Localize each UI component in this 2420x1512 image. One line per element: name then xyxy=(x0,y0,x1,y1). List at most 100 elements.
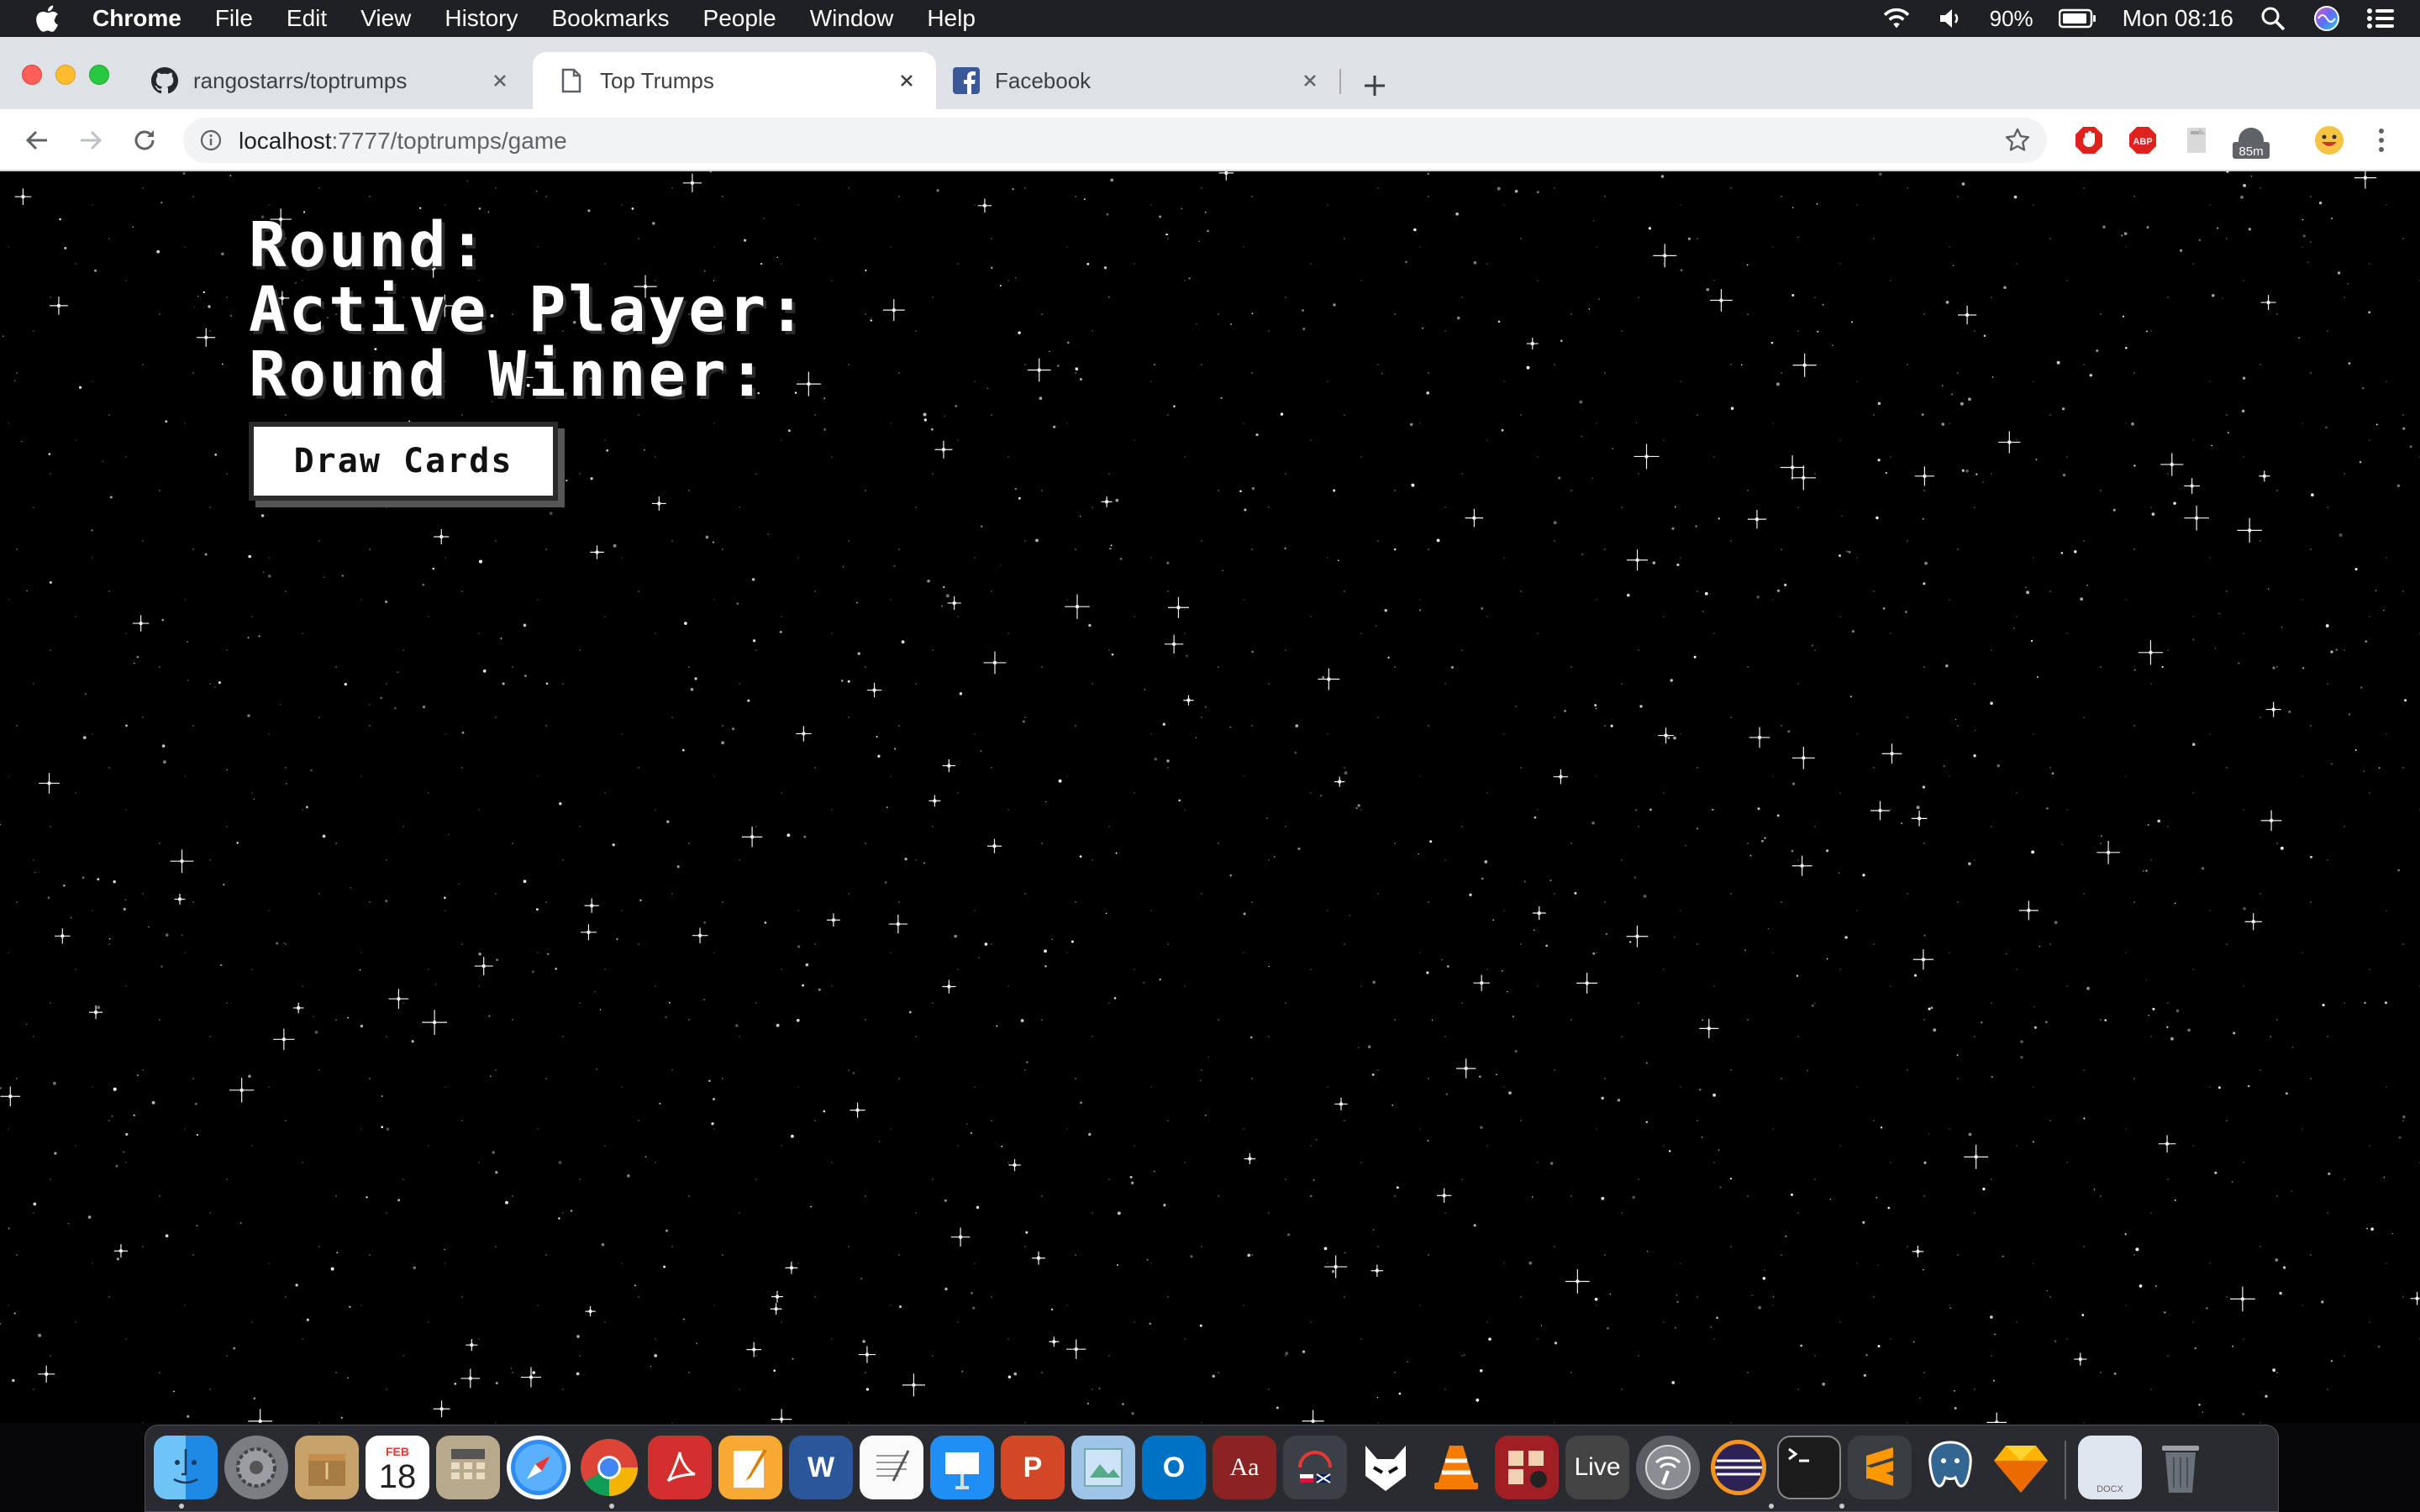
keynote-icon[interactable] xyxy=(930,1436,994,1499)
tab-close-icon[interactable] xyxy=(487,68,513,93)
battery-icon[interactable] xyxy=(2058,6,2097,31)
extension-page-icon[interactable] xyxy=(2180,123,2213,157)
url-path: :7777/toptrumps/game xyxy=(331,128,567,154)
apple-menu-icon[interactable] xyxy=(32,3,62,34)
game-info-panel: Round: Active Player: Round Winner: xyxy=(249,213,808,407)
vlc-icon[interactable] xyxy=(1424,1436,1488,1499)
menu-edit[interactable]: Edit xyxy=(287,5,327,32)
running-indicator xyxy=(179,1504,184,1509)
spotlight-search-icon[interactable] xyxy=(2259,6,2287,31)
archive-utility-icon[interactable] xyxy=(295,1436,359,1499)
tab-title: Top Trumps xyxy=(600,67,714,93)
tab-top-trumps[interactable]: Top Trumps xyxy=(533,52,936,109)
tab-facebook[interactable]: Facebook xyxy=(928,52,1339,109)
dock-area: FEB 18 W P O Aa Live DOCX xyxy=(0,1423,2420,1512)
safari-icon[interactable] xyxy=(507,1436,571,1499)
sketch-icon[interactable] xyxy=(1989,1436,2053,1499)
forward-arrow-icon[interactable] xyxy=(74,123,108,157)
volume-icon[interactable] xyxy=(1936,6,1965,31)
calendar-month: FEB xyxy=(386,1444,409,1458)
dictionary-label: Aa xyxy=(1229,1453,1260,1481)
menu-people[interactable]: People xyxy=(703,5,776,32)
page-icon xyxy=(558,67,585,94)
photo-booth-icon[interactable] xyxy=(1495,1436,1559,1499)
timer-badge: 85m xyxy=(2238,144,2263,159)
github-icon xyxy=(151,67,178,94)
postgresql-icon[interactable] xyxy=(1918,1436,1982,1499)
battery-percentage: 90% xyxy=(1989,5,2033,31)
calendar-day: 18 xyxy=(378,1457,417,1495)
tab-separator xyxy=(1339,69,1341,94)
ableton-live-icon[interactable]: Live xyxy=(1565,1436,1629,1499)
active-player-label: Active Player: xyxy=(249,274,808,346)
adblock-stop-icon[interactable] xyxy=(2072,123,2106,157)
abp-icon[interactable]: ABP xyxy=(2126,123,2160,157)
dock: FEB 18 W P O Aa Live DOCX xyxy=(145,1425,2279,1512)
sublime-text-icon[interactable] xyxy=(1848,1436,1912,1499)
dock-separator xyxy=(2065,1441,2066,1499)
menu-bookmarks[interactable]: Bookmarks xyxy=(551,5,669,32)
url-text[interactable]: localhost:7777/toptrumps/game xyxy=(239,128,567,155)
facebook-icon xyxy=(953,67,980,94)
wifi-icon[interactable] xyxy=(1882,6,1911,31)
menu-window[interactable]: Window xyxy=(810,5,894,32)
browser-toolbar: localhost:7777/toptrumps/game ABP 85m xyxy=(0,109,2420,171)
site-info-icon[interactable] xyxy=(198,128,224,153)
back-arrow-icon[interactable] xyxy=(20,123,54,157)
notification-center-icon[interactable] xyxy=(2366,6,2395,31)
address-bar[interactable]: localhost:7777/toptrumps/game xyxy=(183,118,2047,163)
menu-file[interactable]: File xyxy=(215,5,253,32)
svg-text:ABP: ABP xyxy=(2133,137,2152,147)
microsoft-powerpoint-icon[interactable]: P xyxy=(1001,1436,1065,1499)
window-zoom-button[interactable] xyxy=(89,65,109,85)
google-chrome-icon[interactable] xyxy=(577,1436,641,1499)
finder-icon[interactable] xyxy=(154,1436,218,1499)
preview-icon[interactable] xyxy=(1071,1436,1135,1499)
tab-title: Facebook xyxy=(995,67,1092,93)
tab-github[interactable]: rangostarrs/toptrumps xyxy=(126,52,529,109)
reload-icon[interactable] xyxy=(128,123,161,157)
round-label: Round: xyxy=(249,209,489,281)
profile-avatar-icon[interactable] xyxy=(2312,123,2346,157)
menu-help[interactable]: Help xyxy=(927,5,976,32)
microsoft-outlook-icon[interactable]: O xyxy=(1142,1436,1206,1499)
translator-icon[interactable] xyxy=(1283,1436,1347,1499)
window-minimize-button[interactable] xyxy=(55,65,76,85)
pages-icon[interactable] xyxy=(718,1436,782,1499)
documents-folder-icon[interactable]: DOCX xyxy=(2078,1436,2142,1499)
trash-icon[interactable] xyxy=(2149,1436,2212,1499)
menu-app-name[interactable]: Chrome xyxy=(92,5,182,32)
docs-label: DOCX xyxy=(2096,1484,2123,1494)
wireless-diagnostics-icon[interactable] xyxy=(1636,1436,1700,1499)
microsoft-word-icon[interactable]: W xyxy=(789,1436,853,1499)
running-indicator xyxy=(1769,1504,1774,1509)
tab-close-icon[interactable] xyxy=(894,68,919,93)
system-preferences-icon[interactable] xyxy=(224,1436,288,1499)
calculator-icon[interactable] xyxy=(436,1436,500,1499)
chrome-menu-icon[interactable] xyxy=(2365,123,2398,157)
alfred-icon[interactable] xyxy=(1354,1436,1418,1499)
dictionary-icon[interactable]: Aa xyxy=(1213,1436,1276,1499)
menu-bar: Chrome File Edit View History Bookmarks … xyxy=(0,0,2420,37)
adobe-acrobat-icon[interactable] xyxy=(648,1436,712,1499)
draw-cards-button[interactable]: Draw Cards xyxy=(249,422,558,501)
tab-close-icon[interactable] xyxy=(1297,68,1323,93)
timer-extension-icon[interactable]: 85m xyxy=(2230,123,2272,159)
running-indicator xyxy=(609,1504,614,1509)
siri-icon[interactable] xyxy=(2312,6,2341,31)
window-close-button[interactable] xyxy=(22,65,42,85)
menu-view[interactable]: View xyxy=(360,5,411,32)
live-label: Live xyxy=(1574,1453,1621,1481)
eclipse-icon[interactable] xyxy=(1707,1436,1770,1499)
tab-title: rangostarrs/toptrumps xyxy=(193,67,408,93)
textedit-icon[interactable] xyxy=(860,1436,923,1499)
menubar-clock[interactable]: Mon 08:16 xyxy=(2123,5,2233,32)
calendar-icon[interactable]: FEB 18 xyxy=(366,1436,429,1499)
terminal-icon[interactable] xyxy=(1777,1436,1841,1499)
menu-history[interactable]: History xyxy=(445,5,518,32)
round-winner-label: Round Winner: xyxy=(249,339,769,411)
url-host: localhost xyxy=(239,128,332,154)
new-tab-plus-icon[interactable] xyxy=(1356,67,1393,104)
bookmark-star-icon[interactable] xyxy=(2003,126,2032,155)
running-indicator xyxy=(1839,1504,1844,1509)
